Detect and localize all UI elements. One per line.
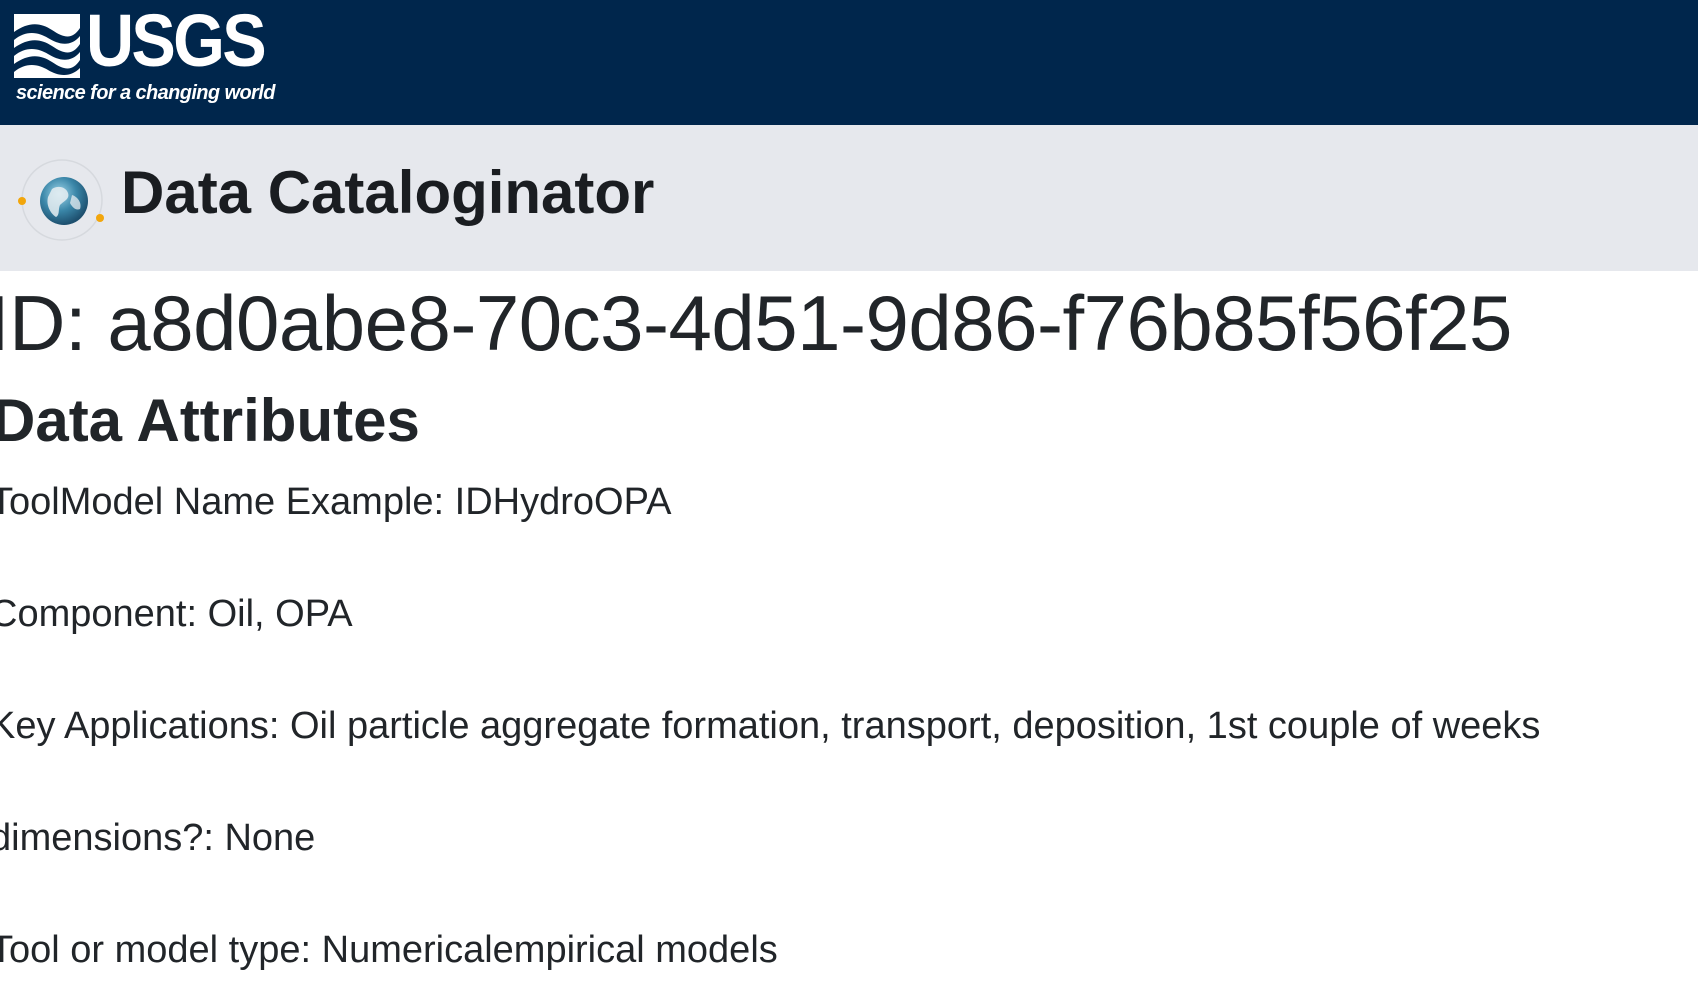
attribute-value: Oil, OPA (207, 593, 353, 635)
app-title: Data Cataloginator (121, 159, 655, 226)
attribute-label: ToolModel Name Example (0, 481, 455, 523)
attribute-label: dimensions? (0, 817, 224, 859)
section-title: Data Attributes (0, 387, 420, 454)
attribute-value: IDHydroOPA (454, 481, 672, 523)
attribute-row: dimensions?None (0, 817, 316, 859)
attribute-label: Tool or model type (0, 929, 322, 971)
usgs-logo[interactable]: USGS science for a changing world (14, 4, 275, 110)
record-id: ID: a8d0abe8-70c3-4d51-9d86-f76b85f56f25 (0, 284, 1512, 362)
attribute-row: Tool or model typeNumericalempirical mod… (0, 929, 778, 971)
record-content: ID: a8d0abe8-70c3-4d51-9d86-f76b85f56f25… (0, 271, 1698, 990)
attribute-label: Key Applications (0, 705, 290, 747)
attribute-value: Numericalempirical models (321, 929, 778, 971)
record-id-value: a8d0abe8-70c3-4d51-9d86-f76b85f56f25 (107, 279, 1512, 367)
attribute-row: Key ApplicationsOil particle aggregate f… (0, 705, 1541, 747)
app-bar: Data Cataloginator (0, 125, 1698, 271)
usgs-wave-icon (14, 14, 80, 78)
usgs-header: USGS science for a changing world (0, 0, 1698, 125)
attribute-label: Component (0, 593, 208, 635)
attribute-value: Oil particle aggregate formation, transp… (289, 705, 1541, 747)
record-id-label: ID: (0, 279, 87, 367)
globe-icon[interactable] (14, 155, 104, 245)
usgs-logo-text: USGS (86, 0, 267, 82)
usgs-tagline: science for a changing world (16, 82, 275, 104)
attribute-row: ToolModel Name ExampleIDHydroOPA (0, 481, 672, 523)
attribute-value: None (224, 817, 316, 859)
attribute-row: ComponentOil, OPA (0, 593, 353, 635)
